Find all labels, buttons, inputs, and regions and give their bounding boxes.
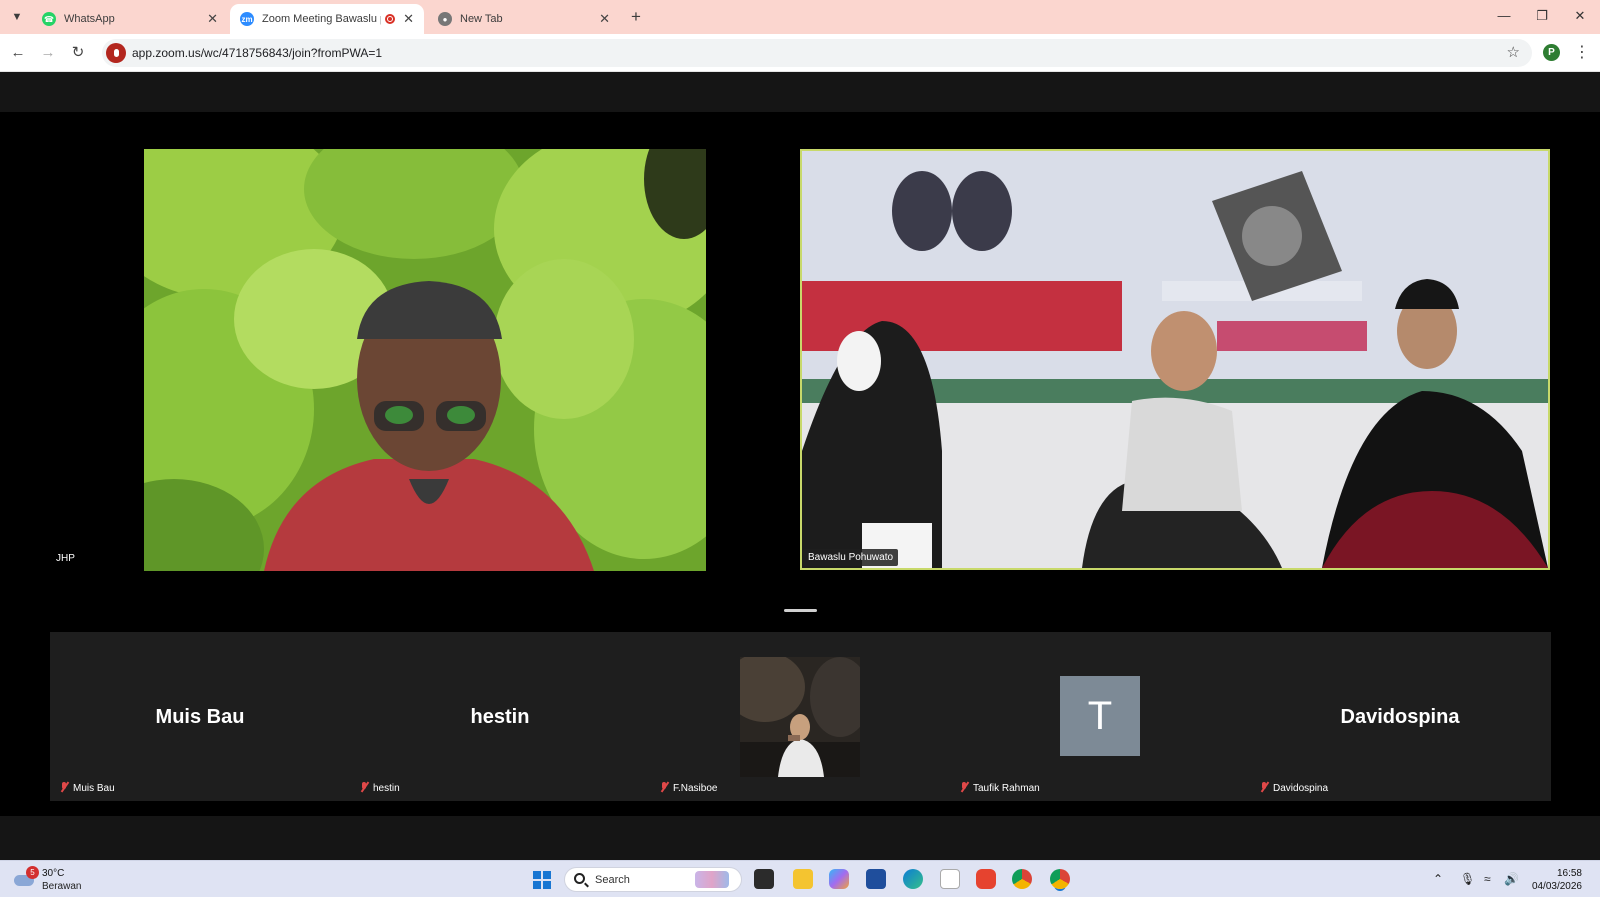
muted-mic-icon [959, 782, 969, 792]
participant-name-tag: Davidospina [1254, 779, 1334, 797]
recording-indicator-icon [385, 14, 396, 24]
participant-name-tag: Muis Bau [54, 779, 120, 797]
participant-name: Muis Bau [73, 783, 115, 794]
close-tab-icon[interactable]: ✕ [207, 11, 218, 27]
chrome-profile-icon[interactable] [1050, 869, 1070, 889]
video-frame [144, 149, 706, 571]
close-window-icon[interactable]: ✕ [1570, 8, 1590, 24]
profile-avatar[interactable]: P [1543, 44, 1560, 61]
minimize-icon[interactable]: — [1494, 8, 1514, 23]
address-url[interactable]: app.zoom.us/wc/4718756843/join?fromPWA=1 [132, 46, 382, 60]
participant-name: F.Nasiboe [673, 783, 718, 794]
gallery-page-indicator[interactable] [784, 609, 817, 612]
participant-avatar: T [1060, 676, 1140, 756]
participant-name: hestin [373, 783, 400, 794]
windows-taskbar: 5 30°C Berawan Search ⌃ 🎙 ≈ 🔊 16:58 04/0… [0, 860, 1600, 897]
file-explorer-icon[interactable] [793, 869, 813, 889]
close-tab-icon[interactable]: ✕ [403, 11, 414, 27]
more-menu-icon[interactable]: ⋮ [1574, 42, 1590, 62]
chrome-icon: ● [438, 12, 452, 26]
task-view-icon[interactable] [754, 869, 774, 889]
microphone-in-use-icon[interactable] [106, 43, 126, 63]
meeting-top-bar [0, 72, 1600, 112]
participant-gallery: Muis Bau Muis Bau hestin hestin F.Nasibo… [50, 632, 1551, 801]
chrome-icon[interactable] [1012, 869, 1032, 889]
address-bar[interactable]: app.zoom.us/wc/4718756843/join?fromPWA=1… [102, 39, 1532, 67]
browser-tab-bar: ▼ ☎ WhatsApp ✕ zm Zoom Meeting Bawaslu p… [0, 0, 1600, 34]
muted-mic-icon [1259, 782, 1269, 792]
tab-title: Zoom Meeting Bawaslu po [262, 13, 382, 25]
tab-title: WhatsApp [64, 13, 115, 25]
participant-video-jhp[interactable] [144, 149, 706, 571]
browser-toolbar: ← → ↻ app.zoom.us/wc/4718756843/join?fro… [0, 34, 1600, 72]
participant-video-bawaslu-pohuwato[interactable] [800, 149, 1550, 570]
video-frame [802, 151, 1548, 568]
clock-date: 04/03/2026 [1531, 881, 1582, 892]
participant-name-tag: Taufik Rahman [954, 779, 1045, 797]
tab-new-tab[interactable]: ● New Tab ✕ [428, 4, 620, 34]
close-tab-icon[interactable]: ✕ [599, 11, 610, 27]
participant-tile-davidospina[interactable]: Davidospina Davidospina [1250, 632, 1550, 801]
participant-tile-taufik-rahman[interactable]: T Taufik Rahman [950, 632, 1250, 801]
wps-office-icon[interactable] [976, 869, 996, 889]
tab-whatsapp[interactable]: ☎ WhatsApp ✕ [32, 4, 228, 34]
back-icon[interactable]: ← [8, 43, 28, 63]
participant-name-tag: hestin [354, 779, 405, 797]
show-hidden-icons-chevron-up-icon[interactable]: ⌃ [1433, 872, 1443, 886]
participant-tile-f-nasiboe[interactable]: F.Nasiboe [650, 632, 950, 801]
participant-name: Davidospina [1273, 783, 1329, 794]
meeting-bottom-bar [0, 816, 1600, 860]
copilot-icon[interactable] [829, 869, 849, 889]
whatsapp-icon: ☎ [42, 12, 56, 26]
microphone-icon[interactable]: 🎙 [1460, 872, 1475, 886]
notepad-icon[interactable] [940, 869, 960, 889]
participant-name-tag: F.Nasiboe [654, 779, 723, 797]
volume-icon[interactable]: 🔊 [1504, 872, 1519, 886]
notification-badge: 5 [26, 866, 39, 879]
new-tab-button[interactable]: + [626, 7, 646, 27]
edge-browser-icon[interactable] [903, 869, 923, 889]
zoom-icon: zm [240, 12, 254, 26]
weather-condition: Berawan [42, 881, 82, 892]
participant-tile-hestin[interactable]: hestin hestin [350, 632, 650, 801]
muted-mic-icon [659, 782, 669, 792]
participant-video-thumbnail [740, 657, 860, 777]
participant-name-tag: Bawaslu Pohuwato [803, 549, 899, 566]
zoom-meeting-view: JHP Bawaslu Pohuwato Muis Bau Muis Bau h… [0, 72, 1600, 860]
muted-mic-icon [59, 782, 69, 792]
participant-display-name: hestin [470, 706, 530, 728]
video-frame [740, 657, 860, 777]
reload-icon[interactable]: ↻ [68, 43, 88, 63]
forward-icon[interactable]: → [38, 43, 58, 63]
weather-temperature: 30°C [42, 868, 65, 879]
tab-zoom-meeting[interactable]: zm Zoom Meeting Bawaslu po ✕ [230, 4, 424, 34]
search-icon [574, 873, 585, 884]
participant-name: Taufik Rahman [973, 783, 1040, 794]
start-button-windows-icon[interactable] [533, 871, 551, 889]
taskbar-search-box[interactable]: Search [564, 867, 742, 892]
search-placeholder: Search [595, 874, 630, 886]
tab-search-button[interactable]: ▼ [6, 6, 28, 28]
wifi-icon[interactable]: ≈ [1484, 872, 1491, 886]
participant-display-name: Davidospina [1340, 706, 1460, 728]
muted-mic-icon [359, 782, 369, 792]
search-highlight-icon [695, 871, 729, 888]
tab-title: New Tab [460, 13, 503, 25]
microsoft-store-icon[interactable] [866, 869, 886, 889]
chevron-down-icon: ▼ [11, 11, 23, 23]
participant-display-name: Muis Bau [155, 706, 245, 728]
participant-tile-muis-bau[interactable]: Muis Bau Muis Bau [50, 632, 350, 801]
system-clock[interactable]: 16:58 04/03/2026 [1520, 867, 1582, 893]
restore-icon[interactable]: ❐ [1532, 8, 1552, 24]
clock-time: 16:58 [1556, 868, 1582, 879]
bookmark-star-icon[interactable]: ☆ [1507, 43, 1520, 61]
speaker-label: JHP [56, 553, 75, 564]
